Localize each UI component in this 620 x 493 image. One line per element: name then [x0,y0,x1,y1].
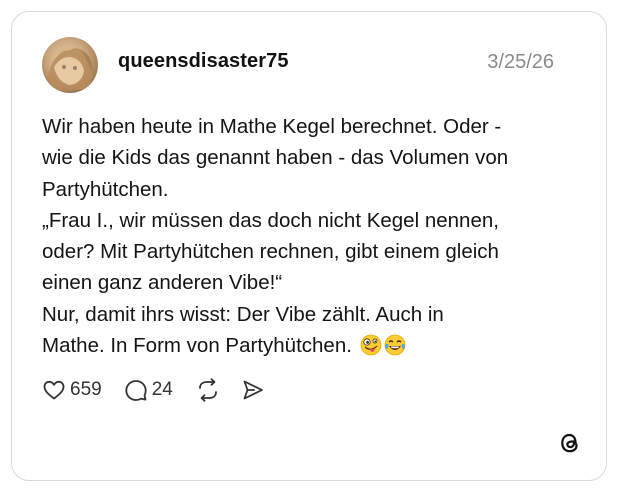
threads-logo-icon[interactable] [557,430,583,456]
share-button[interactable] [241,378,265,402]
like-button[interactable]: 659 [42,378,102,402]
tears-of-joy-emoji [384,334,406,356]
post-text-line: „Frau I., wir müssen das doch nicht Kege… [42,208,499,232]
post-card: queensdisaster75 3/25/26 Wir haben heute… [11,11,607,481]
post-text-line: Nur, damit ihrs wisst: Der Vibe zählt. A… [42,302,444,326]
username[interactable]: queensdisaster75 [118,50,289,73]
like-count: 659 [70,379,102,400]
post-text-line: Wir haben heute in Mathe Kegel berechnet… [42,115,502,138]
post-text-line: einen ganz anderen Vibe!“ [42,271,283,295]
heart-icon [43,380,65,400]
repost-button[interactable] [195,377,221,403]
avatar[interactable] [42,37,98,93]
post-text-line: oder? Mit Partyhütchen rechnen, gibt ein… [42,240,499,264]
post-date: 3/25/26 [487,51,554,73]
post-text: Wir haben heute in Mathe Kegel berechnet… [42,111,582,361]
post-text-line: wie die Kids das genannt haben - das Vol… [42,146,509,170]
repost-icon [198,378,217,402]
post-text-line: Partyhütchen. [42,177,169,201]
zany-face-emoji [360,334,382,356]
post-text-last-line: Mathe. In Form von Partyhütchen. [42,330,582,361]
send-icon [243,380,263,400]
speech-bubble-icon [125,380,147,401]
post-text-line: Mathe. In Form von Partyhütchen. [42,334,358,358]
comment-button[interactable]: 24 [124,378,173,402]
post-actions: 659 24 [42,375,265,405]
comment-count: 24 [151,379,173,400]
